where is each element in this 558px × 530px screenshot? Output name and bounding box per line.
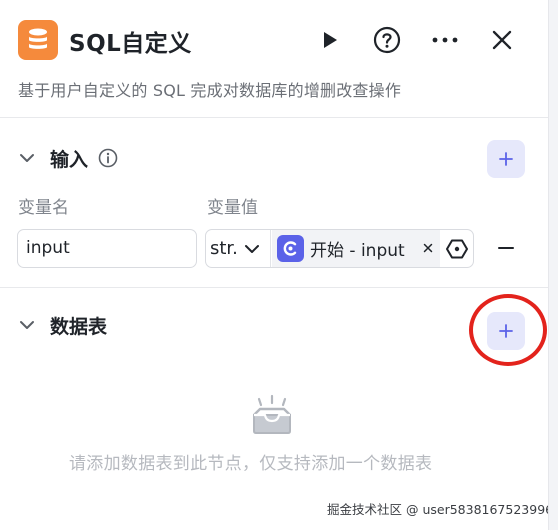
close-button[interactable] (486, 24, 518, 56)
run-button[interactable] (314, 24, 346, 56)
chevron-down-icon (244, 244, 259, 253)
watermark: 掘金技术社区 @ user5838167523996 (327, 502, 554, 517)
variable-value-field: str. 开始 - input (205, 229, 474, 268)
node-config-panel: SQL自定义 基于用户自定义的 SQL 完成对数据库的增删改查操作 输入 变量名… (0, 0, 558, 530)
info-icon[interactable] (98, 148, 118, 168)
reference-node-name: 开始 (310, 241, 344, 261)
panel-header: SQL自定义 (18, 20, 538, 62)
empty-state-text: 请添加数据表到此节点，仅支持添加一个数据表 (69, 454, 433, 474)
variable-value-label: 变量值 (207, 198, 258, 218)
node-description: 基于用户自定义的 SQL 完成对数据库的增删改查操作 (18, 81, 402, 100)
more-icon (432, 37, 458, 43)
variable-name-input[interactable]: input (17, 229, 197, 268)
input-section-title: 输入 (50, 148, 89, 171)
chevron-down-icon[interactable] (18, 316, 36, 334)
variable-picker-icon (446, 239, 468, 259)
type-select[interactable]: str. (206, 230, 271, 267)
run-icon (324, 32, 337, 48)
close-icon (423, 243, 433, 253)
close-icon (492, 30, 512, 50)
node-title: SQL自定义 (69, 31, 192, 57)
reference-separator: - (344, 241, 361, 261)
more-button[interactable] (429, 24, 461, 56)
variable-name-label: 变量名 (18, 198, 69, 218)
divider (0, 287, 548, 288)
variable-picker-button[interactable] (444, 236, 470, 262)
remove-row-button[interactable] (492, 233, 520, 263)
add-table-button[interactable] (487, 312, 525, 350)
plus-icon (499, 324, 513, 338)
table-section-header[interactable]: 数据表 (18, 310, 107, 340)
help-button[interactable] (371, 24, 403, 56)
add-input-button[interactable] (487, 140, 525, 178)
start-node-icon (277, 235, 304, 262)
divider (0, 117, 548, 118)
help-icon (373, 26, 401, 54)
minus-icon (498, 247, 514, 249)
database-icon (18, 20, 58, 60)
reference-variable-name: input (360, 241, 405, 261)
input-section-header[interactable]: 输入 (18, 143, 118, 173)
variable-reference-tag[interactable]: 开始 - input (272, 230, 440, 267)
empty-box-icon (248, 393, 296, 439)
remove-reference-button[interactable] (419, 239, 437, 257)
type-select-value: str. (210, 238, 238, 259)
plus-icon (499, 152, 513, 166)
table-section-title: 数据表 (50, 315, 108, 338)
canvas-edge (548, 0, 558, 530)
chevron-down-icon[interactable] (18, 149, 36, 167)
